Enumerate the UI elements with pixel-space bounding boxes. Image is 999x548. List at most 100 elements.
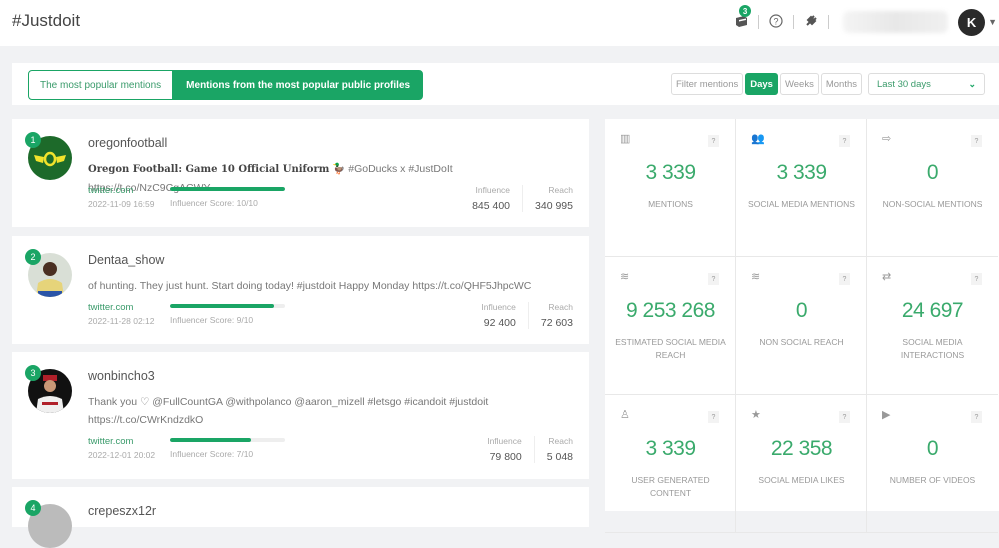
reach-label: Reach bbox=[548, 436, 573, 446]
mention-stats: Influence 92 400 Reach 72 603 bbox=[469, 302, 573, 329]
filters: Filter mentions Days Weeks Months Last 3… bbox=[670, 73, 985, 95]
help-icon[interactable]: ? bbox=[971, 411, 982, 423]
kpi-tile: ▥? 3 339 MENTIONS bbox=[605, 119, 736, 257]
source-link[interactable]: twitter.com bbox=[88, 302, 154, 313]
mention-meta: twitter.com 2022-12-01 20:02 bbox=[88, 436, 155, 460]
caret-down-icon[interactable]: ▼ bbox=[988, 17, 997, 27]
users-icon: 👥 bbox=[751, 133, 765, 145]
influence-stat: Influence 79 800 bbox=[475, 436, 535, 463]
kpi-label: NON-SOCIAL MENTIONS bbox=[882, 199, 983, 209]
account-name-blurred bbox=[843, 11, 949, 33]
reach-value: 72 603 bbox=[540, 317, 573, 329]
reach-stat: Reach 340 995 bbox=[523, 185, 573, 212]
kpi-value: 0 bbox=[926, 161, 939, 184]
mention-card[interactable]: 2 Dentaa_show of hunting. They just hunt… bbox=[12, 236, 589, 344]
influencer-score-bar bbox=[170, 187, 285, 191]
mention-date: 2022-11-09 16:59 bbox=[88, 199, 155, 209]
header-actions: 3 ? K ▼ bbox=[730, 5, 999, 37]
filter-mentions-button[interactable]: Filter mentions bbox=[670, 73, 744, 95]
wifi-icon: ≋ bbox=[620, 271, 630, 283]
kpi-label: SOCIAL MEDIA INTERACTIONS bbox=[900, 337, 965, 360]
influencer-score-bar bbox=[170, 304, 285, 308]
reach-stat: Reach 5 048 bbox=[535, 436, 573, 463]
kpi-tile: ▶? 0 NUMBER OF VIDEOS bbox=[867, 395, 998, 533]
reach-label: Reach bbox=[548, 302, 573, 312]
username[interactable]: oregonfootball bbox=[88, 136, 167, 150]
mention-stats: Influence 79 800 Reach 5 048 bbox=[475, 436, 573, 463]
influence-value: 92 400 bbox=[483, 317, 516, 329]
wifi-icon: ≋ bbox=[751, 271, 761, 283]
date-range-value: Last 30 days bbox=[877, 78, 931, 90]
bar-chart-icon: ▥ bbox=[620, 133, 631, 145]
kpi-label: SOCIAL MEDIA LIKES bbox=[758, 475, 845, 485]
influence-label: Influence bbox=[475, 185, 511, 195]
rank-badge: 2 bbox=[25, 249, 41, 265]
plug-icon bbox=[805, 14, 818, 30]
mention-date: 2022-12-01 20:02 bbox=[88, 450, 156, 460]
source-link[interactable]: twitter.com bbox=[88, 436, 155, 447]
influencer-score-fill bbox=[170, 304, 274, 308]
username[interactable]: wonbincho3 bbox=[88, 369, 155, 383]
help-icon[interactable]: ? bbox=[971, 135, 982, 147]
kpi-tile: ♙? 3 339 USER GENERATED CONTENT bbox=[605, 395, 736, 533]
kpi-value: 3 339 bbox=[645, 437, 696, 460]
tab-most-popular-mentions[interactable]: The most popular mentions bbox=[28, 70, 174, 100]
influence-stat: Influence 92 400 bbox=[469, 302, 529, 329]
period-days-button[interactable]: Days bbox=[745, 73, 778, 95]
username[interactable]: Dentaa_show bbox=[88, 253, 164, 267]
help-icon[interactable]: ? bbox=[839, 273, 850, 285]
kpi-value: 3 339 bbox=[645, 161, 696, 184]
period-months-button[interactable]: Months bbox=[820, 73, 862, 95]
mention-card[interactable]: 4 crepeszx12r bbox=[12, 487, 589, 548]
help-icon[interactable]: ? bbox=[708, 411, 719, 423]
notifications-button[interactable]: 3 bbox=[730, 5, 752, 33]
source-link[interactable]: twitter.com bbox=[88, 185, 154, 196]
influencer-score-fill bbox=[170, 438, 251, 442]
rank-badge: 1 bbox=[25, 132, 41, 148]
page-title: #Justdoit bbox=[12, 11, 81, 30]
kpi-value: 9 253 268 bbox=[626, 299, 715, 322]
influencer-score-bar bbox=[170, 438, 285, 442]
star-icon: ★ bbox=[751, 409, 761, 421]
influence-value: 79 800 bbox=[489, 451, 522, 463]
influence-value: 845 400 bbox=[472, 200, 511, 212]
sign-out-icon: ⇨ bbox=[882, 133, 892, 145]
user-avatar[interactable]: K bbox=[958, 8, 986, 36]
influencer-score-label: Influencer Score: 10/10 bbox=[170, 198, 258, 208]
help-button[interactable]: ? bbox=[765, 11, 787, 33]
toolbar: The most popular mentions Mentions from … bbox=[12, 63, 999, 105]
reach-value: 5 048 bbox=[546, 451, 573, 463]
influence-label: Influence bbox=[487, 436, 522, 446]
kpi-label: NON SOCIAL REACH bbox=[759, 337, 844, 347]
help-icon[interactable]: ? bbox=[839, 135, 850, 147]
username[interactable]: crepeszx12r bbox=[88, 504, 156, 518]
mention-meta: twitter.com 2022-11-28 02:12 bbox=[88, 302, 154, 326]
kpi-label: SOCIAL MEDIA MENTIONS bbox=[748, 199, 855, 209]
divider bbox=[758, 15, 760, 29]
kpi-tile: ≋? 0 NON SOCIAL REACH bbox=[736, 257, 867, 395]
help-icon[interactable]: ? bbox=[708, 273, 719, 285]
influencer-score-fill bbox=[170, 187, 285, 191]
period-weeks-button[interactable]: Weeks bbox=[779, 73, 819, 95]
mention-card[interactable]: 3 wonbincho3 Thank you ♡ @FullCountGA @w… bbox=[12, 352, 589, 479]
mention-text-bold: Oregon Football: Game 10 Official Unifor… bbox=[88, 164, 330, 175]
influence-label: Influence bbox=[481, 302, 516, 312]
help-icon[interactable]: ? bbox=[708, 135, 719, 147]
kpi-tile: ≋? 9 253 268 ESTIMATED SOCIAL MEDIA REACH bbox=[605, 257, 736, 395]
kpi-tile: ⇄? 24 697 SOCIAL MEDIA INTERACTIONS bbox=[867, 257, 998, 395]
help-icon[interactable]: ? bbox=[839, 411, 850, 423]
integrations-button[interactable] bbox=[800, 11, 822, 33]
help-icon[interactable]: ? bbox=[971, 273, 982, 285]
kpi-value: 3 339 bbox=[776, 161, 827, 184]
influence-stat: Influence 845 400 bbox=[460, 185, 524, 212]
mention-card[interactable]: 1 oregonfootball Oregon Football: Game 1… bbox=[12, 119, 589, 227]
svg-text:?: ? bbox=[774, 16, 779, 26]
kpi-tile: ⇨? 0 NON-SOCIAL MENTIONS bbox=[867, 119, 998, 257]
tab-popular-public-profiles[interactable]: Mentions from the most popular public pr… bbox=[173, 70, 424, 100]
notification-badge: 3 bbox=[739, 5, 752, 17]
reach-value: 340 995 bbox=[535, 200, 573, 212]
influencer-score: Influencer Score: 9/10 bbox=[170, 304, 285, 325]
mention-stats: Influence 845 400 Reach 340 995 bbox=[460, 185, 573, 212]
date-range-select[interactable]: Last 30 days ⌄ bbox=[868, 73, 985, 95]
mention-tabs: The most popular mentions Mentions from … bbox=[28, 70, 424, 100]
